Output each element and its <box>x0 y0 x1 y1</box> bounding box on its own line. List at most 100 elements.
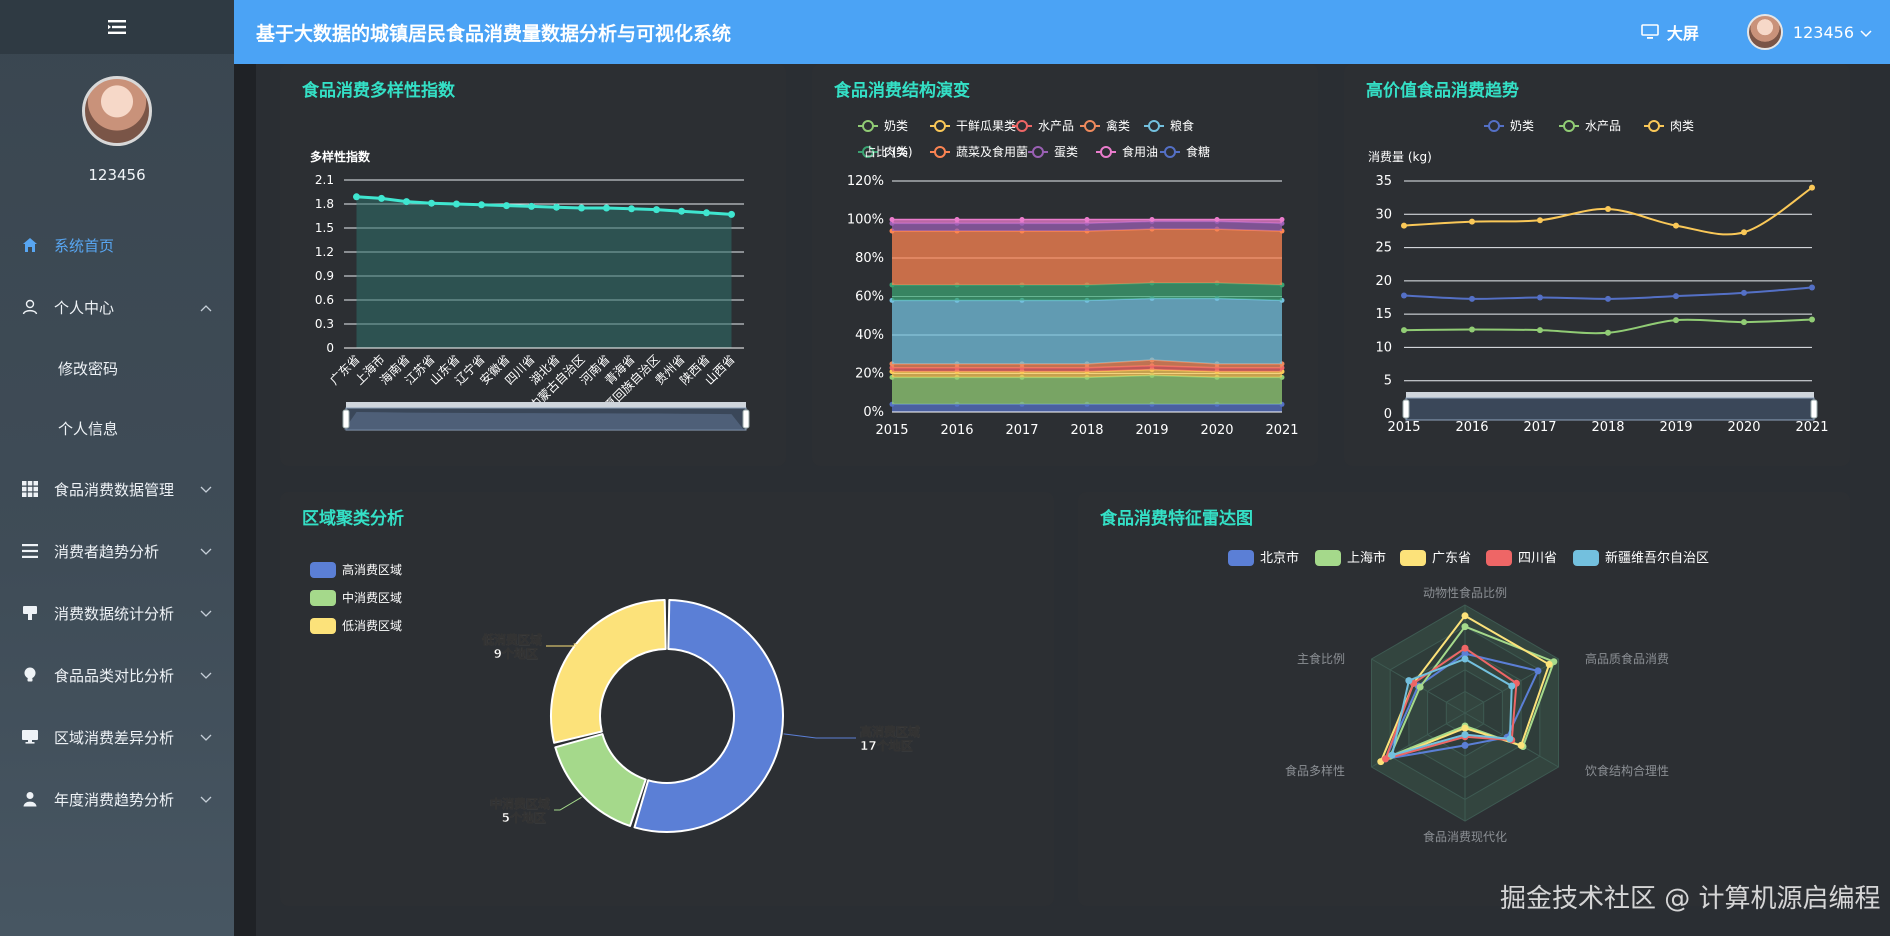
series-area <box>356 196 732 348</box>
slice-value-label: 5个地区 <box>502 810 546 825</box>
data-point <box>1401 222 1407 229</box>
sidebar-item-label: 系统首页 <box>54 236 115 255</box>
datazoom-bar <box>346 402 746 408</box>
legend-marker <box>1100 146 1112 158</box>
data-point <box>528 202 535 210</box>
header-username[interactable]: 123456 <box>1793 23 1854 42</box>
legend-label: 奶类 <box>884 119 908 133</box>
data-point <box>1741 229 1747 236</box>
y-tick-label: 20% <box>855 367 884 382</box>
x-tick-label: 2018 <box>1591 420 1624 435</box>
chevron-down-icon <box>200 666 212 684</box>
legend-label: 食糖 <box>1186 144 1210 159</box>
legend-label: 中消费区域 <box>342 590 402 605</box>
data-point <box>1673 293 1679 300</box>
sidebar-item-food-data-management[interactable]: 食品消费数据管理 <box>0 458 234 520</box>
data-point <box>1605 329 1611 336</box>
sidebar-item-label: 年度消费趋势分析 <box>54 790 175 809</box>
data-point <box>1469 295 1475 302</box>
sidebar-item-consumer-trend[interactable]: 消费者趋势分析 <box>0 520 234 582</box>
sidebar-avatar[interactable] <box>82 76 152 146</box>
big-screen-button[interactable]: 大屏 <box>1641 20 1699 44</box>
slice-value-label: 17个地区 <box>860 738 913 753</box>
y-axis-title: 消费量 (kg) <box>1368 150 1432 164</box>
y-tick-label: 40% <box>855 328 884 343</box>
sidebar-collapse-button[interactable] <box>0 0 234 54</box>
data-point <box>1149 217 1155 222</box>
legend-label: 蛋类 <box>1054 145 1078 159</box>
legend-label: 粮食 <box>1170 118 1194 133</box>
chevron-down-icon <box>200 480 212 498</box>
structure-chart[interactable]: 奶类 干鲜瓜果类 水产品 禽类 粮食肉类 蔬菜及食用菌 蛋类 食用油 食糖占比 (%)0%20%… <box>812 64 1318 466</box>
sidebar-item-category-comparison[interactable]: 食品品类对比分析 <box>0 644 234 706</box>
slice-label: 高消费区域 <box>860 724 920 739</box>
header-avatar[interactable] <box>1746 14 1783 50</box>
radar-indicator-label: 高品质食品消费 <box>1585 651 1669 666</box>
data-point <box>653 206 660 214</box>
cluster-panel: 区域聚类分析 高消费区域 中消费区域 低消费区域 高消费区域 17个地区 中消费区域 5个地… <box>280 492 1054 906</box>
highvalue-chart[interactable]: 奶类 水产品 肉类消费量 (kg)051015202530352015 2016 201… <box>1344 64 1850 466</box>
y-tick-label: 80% <box>855 251 884 266</box>
sidebar-item-home[interactable]: 系统首页 <box>0 214 234 276</box>
data-point <box>553 203 560 211</box>
data-point <box>453 200 460 208</box>
home-icon <box>22 234 48 256</box>
sidebar-item-personal-center[interactable]: 个人中心 <box>0 276 234 338</box>
legend-label: 四川省 <box>1518 551 1557 566</box>
legend-label: 食用油 <box>1122 144 1158 159</box>
legend-marker <box>1148 120 1160 132</box>
legend-label: 高消费区域 <box>342 562 402 577</box>
radar-point <box>1461 655 1469 663</box>
legend-label: 肉类 <box>1670 119 1694 133</box>
y-tick-label: 1.8 <box>315 197 334 211</box>
legend-swatch <box>310 562 336 578</box>
legend-label: 新疆维吾尔自治区 <box>1605 550 1709 566</box>
data-point <box>1537 217 1543 224</box>
datazoom-preview <box>344 412 744 430</box>
slice-label: 低消费区域 <box>481 632 542 647</box>
sidebar-item-regional-difference[interactable]: 区域消费差异分析 <box>0 706 234 768</box>
main-content: 食品消费多样性指数 多样性指数 0 0.3 0.6 0.9 1.2 1.5 1.8 2.1 广东省… <box>256 64 1890 936</box>
legend-swatch <box>1486 550 1512 566</box>
panel-title: 食品消费特征雷达图 <box>1100 509 1253 529</box>
radar-chart[interactable]: 北京市 上海市 广东省 四川省 新疆维吾尔自治区动物性食品比例高品质食品消费饮食结构合理… <box>1078 492 1850 906</box>
y-tick-label: 120% <box>847 174 884 189</box>
x-tick-label: 2019 <box>1135 423 1168 438</box>
pie-slice <box>554 733 647 827</box>
legend-label: 北京市 <box>1260 550 1299 566</box>
data-point <box>378 194 385 202</box>
radar-indicator-label: 动物性食品比例 <box>1423 585 1507 600</box>
radar-point <box>1506 735 1514 743</box>
y-tick-label: 0% <box>863 405 884 420</box>
stamp-icon <box>22 602 48 624</box>
radar-point <box>1461 724 1469 732</box>
legend-marker <box>1164 146 1176 158</box>
data-point <box>1537 294 1543 301</box>
x-tick-label: 2016 <box>1455 420 1488 435</box>
legend-label: 上海市 <box>1347 550 1386 566</box>
slice-value-label: 9个地区 <box>494 646 538 661</box>
data-point <box>1605 295 1611 302</box>
sidebar-username: 123456 <box>88 166 146 184</box>
submenu-item-change-password[interactable]: 修改密码 <box>0 338 234 398</box>
legend-swatch <box>1400 550 1426 566</box>
datazoom-handle-left <box>1402 399 1410 419</box>
list-icon <box>22 540 48 562</box>
cluster-chart[interactable]: 高消费区域中消费区域低消费区域高消费区域17个地区中消费区域5个地区低消费区域9… <box>280 492 1054 906</box>
submenu-item-personal-info[interactable]: 个人信息 <box>0 398 234 458</box>
legend-label: 水产品 <box>1585 119 1621 133</box>
sidebar-item-label: 食品品类对比分析 <box>54 666 175 685</box>
data-point <box>703 209 710 217</box>
sidebar-item-annual-trend[interactable]: 年度消费趋势分析 <box>0 768 234 830</box>
legend-marker <box>1488 120 1500 132</box>
sidebar-item-consumption-statistics[interactable]: 消费数据统计分析 <box>0 582 234 644</box>
datazoom-handle-right <box>1810 399 1818 419</box>
y-tick-label: 100% <box>847 213 884 228</box>
legend-marker <box>1032 146 1044 158</box>
radar-indicator-label: 食品多样性 <box>1285 763 1345 778</box>
data-point <box>1279 217 1285 222</box>
chevron-down-icon <box>200 542 212 560</box>
diversity-chart[interactable]: 多样性指数00.30.60.91.21.51.82.1广东省上海市海南省江苏省山… <box>280 64 786 466</box>
y-tick-label: 35 <box>1375 174 1392 189</box>
chevron-down-icon[interactable] <box>1860 23 1872 42</box>
